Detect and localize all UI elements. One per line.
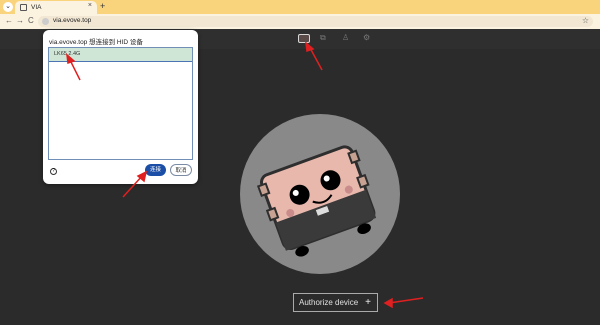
layers-icon[interactable]: ⧉ — [320, 33, 331, 43]
dialog-title: via.evove.top 想连接到 HID 设备 — [49, 39, 143, 46]
authorize-device-button[interactable]: Authorize device + — [293, 293, 378, 312]
address-bar[interactable]: via.evove.top ☆ — [38, 16, 593, 27]
page-icon — [20, 4, 27, 11]
authorize-label: Authorize device — [299, 298, 359, 307]
site-info-icon[interactable] — [42, 18, 49, 25]
tab-search-icon[interactable]: ⌄ — [3, 2, 13, 12]
browser-toolbar: ← → C via.evove.top ☆ — [0, 14, 600, 29]
microphone-icon[interactable]: ♙ — [342, 33, 353, 43]
plus-icon: + — [365, 297, 371, 308]
tab-title: VIA — [31, 4, 42, 11]
back-icon[interactable]: ← — [5, 16, 13, 25]
bookmark-star-icon[interactable]: ☆ — [582, 16, 589, 25]
forward-icon[interactable]: → — [16, 16, 24, 25]
new-tab-button[interactable]: + — [100, 1, 105, 11]
tab-via[interactable]: VIA × — [15, 1, 97, 14]
url-text: via.evove.top — [53, 17, 92, 24]
keyboard-mascot-illustration — [256, 145, 377, 257]
device-list-item[interactable]: LK65 2.4G — [49, 48, 192, 62]
arrow-to-keyboard — [308, 45, 323, 71]
reload-icon[interactable]: C — [28, 16, 34, 25]
help-icon[interactable]: ? — [50, 168, 57, 175]
arrow-to-authorize-head — [383, 297, 393, 309]
hid-permission-dialog: via.evove.top 想连接到 HID 设备 LK65 2.4G ? 连接… — [43, 30, 198, 184]
tab-strip: ⌄ VIA × + — [0, 0, 600, 14]
keyboard-icon[interactable] — [298, 34, 310, 43]
arrow-to-authorize — [388, 297, 424, 304]
cancel-button[interactable]: 取消 — [170, 164, 192, 176]
close-tab-icon[interactable]: × — [88, 2, 92, 9]
connect-button[interactable]: 连接 — [145, 164, 166, 176]
device-list[interactable]: LK65 2.4G — [48, 47, 193, 160]
gear-icon[interactable]: ⚙ — [363, 33, 374, 43]
